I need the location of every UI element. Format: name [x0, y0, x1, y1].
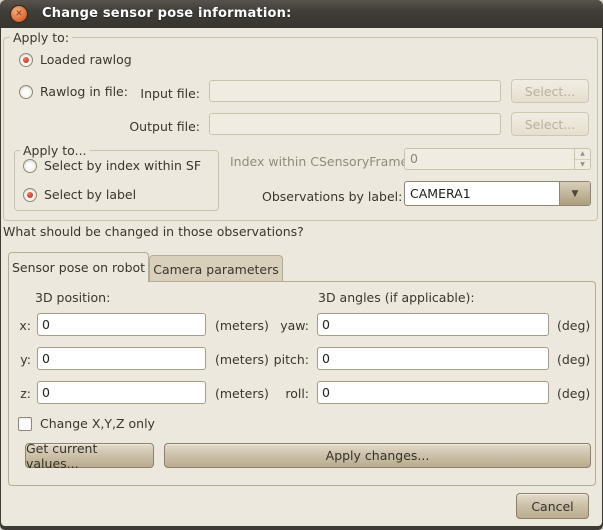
- input-file-field[interactable]: [209, 80, 501, 102]
- input-file-label: Input file:: [101, 86, 200, 101]
- x-label: x:: [9, 318, 31, 333]
- change-xyz-label: Change X,Y,Z only: [40, 416, 155, 431]
- z-label: z:: [9, 386, 31, 401]
- radio-select-by-index-label: Select by index within SF: [44, 158, 201, 173]
- radio-button-icon: [23, 188, 37, 202]
- change-xyz-checkbox-row: Change X,Y,Z only: [18, 416, 155, 431]
- deg-label-yaw: (deg): [557, 318, 590, 333]
- tab-camera-parameters[interactable]: Camera parameters: [149, 255, 283, 283]
- spin-up-icon[interactable]: ▲: [575, 149, 590, 160]
- radio-loaded-rawlog[interactable]: Loaded rawlog: [19, 52, 132, 67]
- radio-button-icon: [23, 159, 37, 173]
- y-field[interactable]: [37, 347, 206, 370]
- tab-sensor-pose[interactable]: Sensor pose on robot: [8, 252, 149, 282]
- radio-select-by-label[interactable]: Select by label: [23, 187, 136, 202]
- deg-label-roll: (deg): [557, 386, 590, 401]
- meters-label-y: (meters): [215, 352, 269, 367]
- select-output-file-button[interactable]: Select...: [511, 112, 589, 136]
- roll-field[interactable]: [317, 381, 549, 404]
- spinner-arrows[interactable]: ▲ ▼: [574, 149, 590, 169]
- tab-camera-parameters-label: Camera parameters: [153, 262, 279, 277]
- index-spinner[interactable]: 0 ▲ ▼: [404, 148, 591, 170]
- close-icon: ✕: [15, 9, 23, 19]
- change-xyz-checkbox[interactable]: [18, 417, 32, 431]
- index-spinner-value: 0: [405, 149, 574, 169]
- radio-select-by-label-label: Select by label: [44, 187, 136, 202]
- apply-to-legend: Apply to:: [10, 30, 72, 45]
- window-title: Change sensor pose information:: [42, 0, 292, 28]
- deg-label-pitch: (deg): [557, 352, 590, 367]
- selection-mode-legend: Apply to...: [20, 143, 90, 158]
- yaw-label: yaw:: [267, 318, 309, 333]
- y-label: y:: [9, 352, 31, 367]
- tab-sensor-pose-label: Sensor pose on robot: [12, 260, 145, 275]
- pitch-label: pitch:: [267, 352, 309, 367]
- radio-loaded-rawlog-label: Loaded rawlog: [40, 52, 132, 67]
- close-button[interactable]: ✕: [10, 5, 28, 23]
- question-label: What should be changed in those observat…: [3, 224, 304, 239]
- dialog-content: Apply to: Loaded rawlog Rawlog in file: …: [1, 28, 602, 526]
- radio-button-icon: [19, 85, 33, 99]
- chevron-down-icon: ▼: [572, 189, 579, 199]
- roll-label: roll:: [267, 386, 309, 401]
- z-field[interactable]: [37, 381, 206, 404]
- combo-dropdown-button[interactable]: ▼: [559, 182, 590, 205]
- spin-down-icon[interactable]: ▼: [575, 160, 590, 170]
- pitch-field[interactable]: [317, 347, 549, 370]
- observations-combo: ▼: [404, 181, 591, 206]
- yaw-field[interactable]: [317, 313, 549, 336]
- apply-changes-button[interactable]: Apply changes...: [164, 443, 591, 468]
- titlebar: ✕ Change sensor pose information:: [0, 0, 603, 28]
- select-input-file-button[interactable]: Select...: [511, 79, 589, 103]
- position-header: 3D position:: [35, 290, 110, 305]
- observations-by-label-label: Observations by label:: [262, 189, 402, 204]
- meters-label-z: (meters): [215, 386, 269, 401]
- angles-header: 3D angles (if applicable):: [318, 290, 475, 305]
- cancel-button[interactable]: Cancel: [516, 493, 589, 519]
- dialog-window: ✕ Change sensor pose information: Apply …: [0, 0, 603, 530]
- output-file-field[interactable]: [209, 113, 501, 135]
- radio-button-icon: [19, 53, 33, 67]
- get-current-values-button[interactable]: Get current values...: [25, 443, 154, 468]
- index-within-csf-label: Index within CSensoryFrame: [230, 154, 408, 169]
- output-file-label: Output file:: [101, 119, 200, 134]
- x-field[interactable]: [37, 313, 206, 336]
- radio-select-by-index[interactable]: Select by index within SF: [23, 158, 201, 173]
- meters-label-x: (meters): [215, 318, 269, 333]
